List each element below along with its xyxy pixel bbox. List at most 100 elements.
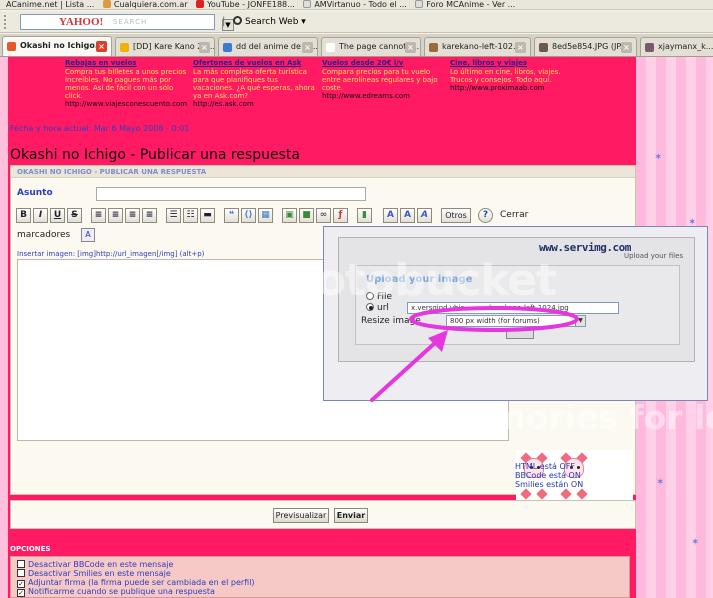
checkbox-icon[interactable] bbox=[17, 560, 25, 568]
link-icon[interactable]: ∞ bbox=[316, 208, 331, 223]
flash-icon[interactable]: ƒ bbox=[333, 208, 348, 223]
tab-item[interactable]: The page cannot b... × bbox=[321, 37, 421, 56]
sparkle-icon: ✶ bbox=[656, 477, 665, 488]
send-button[interactable]: Enviar bbox=[334, 508, 368, 523]
image-insert-hint: Insertar imagen: [img]http://url_imagen[… bbox=[17, 250, 205, 258]
close-icon[interactable]: × bbox=[199, 42, 210, 53]
otros-button[interactable]: Otros bbox=[441, 208, 471, 223]
tab-item[interactable]: Okashi no Ichigo... × bbox=[2, 36, 112, 56]
smilies-status[interactable]: Smilies están ON bbox=[515, 480, 583, 489]
ad-title[interactable]: Vuelos desde 20€ i/v bbox=[322, 59, 450, 67]
bookmark-item[interactable]: AMVirtanuo - Todo el ... bbox=[303, 0, 407, 9]
tab-item[interactable]: [DD] Kare Kano 26... × bbox=[115, 37, 215, 56]
upload-button[interactable] bbox=[506, 329, 534, 339]
ad-title[interactable]: Rebajas en vuelos bbox=[65, 59, 193, 67]
chevron-down-icon[interactable]: ▼ bbox=[575, 316, 585, 326]
ad-text: Compara precios para tu vuelo entre aero… bbox=[322, 68, 438, 92]
font-face-icon[interactable]: A bbox=[417, 208, 432, 223]
tab-favicon-icon bbox=[645, 43, 654, 52]
ad-url[interactable]: http://www.edreams.com bbox=[322, 92, 450, 100]
close-icon[interactable]: × bbox=[302, 42, 313, 53]
search-placeholder: SEARCH bbox=[113, 18, 148, 26]
checkbox-icon[interactable] bbox=[17, 569, 25, 577]
subject-input[interactable] bbox=[96, 187, 366, 201]
close-icon[interactable]: × bbox=[515, 42, 526, 53]
option-item[interactable]: Desactivar BBCode en este mensaje bbox=[17, 560, 173, 569]
bookmark-item[interactable]: Foro MCAnime - Ver ... bbox=[415, 0, 515, 9]
bookmark-label: Cualquiera.com.ar bbox=[113, 0, 188, 9]
ad-title[interactable]: Cine, libros y viajes bbox=[450, 59, 578, 67]
video-icon[interactable]: ▮ bbox=[357, 208, 372, 223]
toolbar-grip[interactable] bbox=[4, 15, 14, 29]
html-status[interactable]: HTML está OFF bbox=[515, 462, 583, 471]
yahoo-toolbar: YAHOO! SEARCH ▼ | Search Web ▾ bbox=[0, 11, 713, 33]
quote-icon[interactable]: ❝ bbox=[224, 208, 239, 223]
resize-select[interactable]: 800 px width (for forums) ▼ bbox=[446, 315, 586, 327]
image-icon[interactable]: ▣ bbox=[282, 208, 297, 223]
table-icon[interactable]: ▦ bbox=[258, 208, 273, 223]
italic-button[interactable]: I bbox=[33, 208, 48, 223]
bookmark-icon bbox=[415, 0, 424, 8]
option-item[interactable]: Desactivar Smilies en este mensaje bbox=[17, 569, 171, 578]
numbered-list-icon[interactable]: ☷ bbox=[183, 208, 198, 223]
toolbar-separator: | bbox=[222, 16, 226, 27]
close-icon[interactable]: × bbox=[621, 42, 632, 53]
align-justify-icon[interactable]: ≡ bbox=[142, 208, 157, 223]
tab-label: karekano-left-102... bbox=[442, 42, 521, 51]
tab-favicon-icon bbox=[120, 43, 129, 52]
options-heading: OPCIONES bbox=[10, 545, 51, 553]
underline-button[interactable]: U bbox=[50, 208, 65, 223]
checkbox-checked-icon[interactable]: ✓ bbox=[17, 589, 25, 597]
option-item[interactable]: ✓ Notificarme cuando se publique una resp… bbox=[17, 587, 215, 597]
resize-label: Resize image bbox=[361, 316, 421, 326]
tab-item[interactable]: karekano-left-102... × bbox=[424, 37, 531, 56]
ad-block[interactable]: Ofertones de vuelos en Ask La más comple… bbox=[193, 59, 321, 108]
search-web-label: Search Web bbox=[245, 17, 299, 27]
bookmark-label: YouTube - JONFE188... bbox=[207, 0, 295, 9]
close-icon[interactable]: × bbox=[405, 42, 416, 53]
list-icon[interactable]: ☰ bbox=[166, 208, 181, 223]
tab-favicon-icon bbox=[539, 43, 548, 52]
align-center-icon[interactable]: ≡ bbox=[108, 208, 123, 223]
bookmark-item[interactable]: Cualquiera.com.ar bbox=[102, 0, 188, 9]
host-image-icon[interactable]: ■ bbox=[299, 208, 314, 223]
close-icon[interactable]: × bbox=[96, 41, 107, 52]
font-color-icon[interactable]: A bbox=[383, 208, 398, 223]
tab-label: xjaymanx_k... bbox=[658, 42, 713, 51]
form-header: OKASHI NO ICHIGO - PUBLICAR UNA RESPUEST… bbox=[11, 166, 635, 178]
tab-item[interactable]: dd del anime de ka... × bbox=[218, 37, 318, 56]
font-size-icon[interactable]: A bbox=[400, 208, 415, 223]
hr-icon[interactable]: ▬ bbox=[200, 208, 215, 223]
preview-button[interactable]: Previsualizar bbox=[273, 508, 329, 523]
bookmark-item[interactable]: YouTube - JONFE188... bbox=[196, 0, 295, 9]
yahoo-search-input[interactable]: YAHOO! SEARCH ▼ bbox=[20, 14, 234, 31]
ad-title[interactable]: Ofertones de vuelos en Ask bbox=[193, 59, 321, 67]
strike-button[interactable]: S bbox=[67, 208, 82, 223]
servimg-logo: www.servimg.com bbox=[539, 241, 631, 254]
close-tags-button[interactable]: Cerrar bbox=[500, 210, 528, 220]
ad-url[interactable]: http://es.ask.com bbox=[193, 100, 321, 108]
servimg-upload-widget: www.servimg.com Upload your files Upload… bbox=[323, 226, 708, 401]
tab-item[interactable]: 8ed5e854.JPG (JP... × bbox=[534, 37, 637, 56]
ad-block[interactable]: Cine, libros y viajes Lo último en cine,… bbox=[450, 59, 578, 92]
ad-block[interactable]: Rebajas en vuelos Compra tus billetes a … bbox=[65, 59, 193, 108]
watermark-top: photobucket bbox=[255, 255, 557, 306]
ad-url[interactable]: http://www.viajesconescuento.com bbox=[65, 100, 193, 108]
font-size-toggle-icon[interactable]: A bbox=[81, 228, 95, 242]
ad-block[interactable]: Vuelos desde 20€ i/v Compara precios par… bbox=[322, 59, 450, 100]
ad-url[interactable]: http://www.proximaab.com bbox=[450, 84, 578, 92]
search-web-button[interactable]: Search Web ▾ bbox=[233, 16, 306, 27]
bbcode-status[interactable]: BBCode está ON bbox=[515, 471, 583, 480]
marcadores-label: marcadores bbox=[17, 230, 71, 240]
tab-item[interactable]: xjaymanx_k... bbox=[640, 37, 713, 56]
option-label: Adjuntar firma (la firma puede ser cambi… bbox=[28, 578, 255, 587]
align-right-icon[interactable]: ≡ bbox=[125, 208, 140, 223]
page-title: Okashi no Ichigo - Publicar una respuest… bbox=[10, 147, 300, 163]
align-left-icon[interactable]: ≡ bbox=[91, 208, 106, 223]
bookmark-item[interactable]: ACanime.net | Lista ... bbox=[6, 1, 94, 9]
code-icon[interactable]: ⟨⟩ bbox=[241, 208, 256, 223]
bold-button[interactable]: B bbox=[16, 208, 31, 223]
help-icon[interactable]: ? bbox=[478, 208, 493, 223]
page-left-border bbox=[0, 57, 8, 598]
tab-favicon-icon bbox=[7, 42, 16, 51]
